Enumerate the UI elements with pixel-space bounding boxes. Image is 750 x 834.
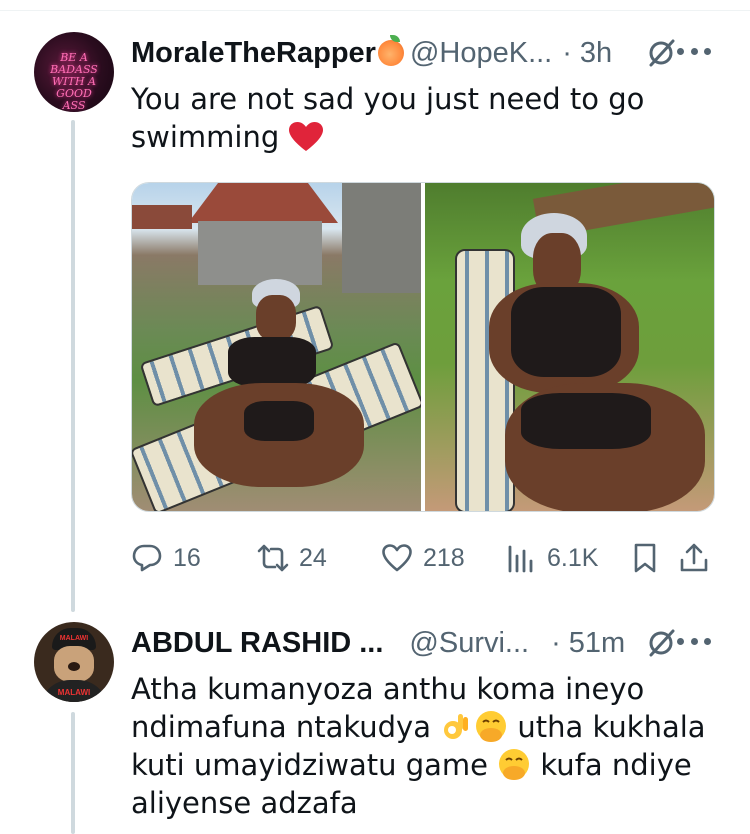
- media-photo-2[interactable]: [425, 183, 714, 511]
- reply-icon: [132, 544, 162, 572]
- avatar-nose: [68, 662, 80, 671]
- grok-icon[interactable]: [646, 38, 676, 68]
- tweet-actions: 16 24 218 6.1K: [131, 536, 715, 580]
- reply-author-avatar[interactable]: MALAWI MALAWI: [34, 622, 114, 702]
- views-count: 6.1K: [547, 543, 599, 572]
- like-count: 218: [423, 543, 465, 572]
- reply-text: Atha kumanyoza anthu koma ineyo ndimafun…: [131, 670, 711, 822]
- reply-count: 16: [173, 543, 201, 572]
- tweet-header: MoraleTheRapper @HopeK... · 3h: [131, 35, 612, 70]
- top-divider: [0, 10, 750, 11]
- face-with-hand-over-mouth-emoji-icon: [476, 711, 507, 742]
- media-photo-1[interactable]: [132, 183, 421, 511]
- like-button[interactable]: 218: [381, 536, 465, 580]
- ok-hand-emoji-icon: [444, 714, 469, 739]
- analytics-icon: [508, 545, 533, 573]
- tweet-text-content: You are not sad you just need to go swim…: [131, 82, 645, 154]
- reply-more-options-icon[interactable]: [677, 638, 711, 648]
- author-display-name[interactable]: MoraleTheRapper: [131, 37, 376, 70]
- retweet-count: 24: [299, 543, 327, 572]
- separator-dot: ·: [562, 36, 572, 69]
- reply-handle[interactable]: @Survi...: [409, 627, 529, 660]
- more-options-icon[interactable]: [677, 48, 711, 58]
- bookmark-button[interactable]: [629, 536, 661, 580]
- author-avatar[interactable]: BE A BADASS WITH A GOOD ASS: [34, 32, 114, 112]
- retweet-icon: [257, 544, 289, 572]
- thread-line: [71, 120, 75, 612]
- author-handle[interactable]: @HopeK...: [410, 37, 552, 70]
- share-icon: [680, 543, 708, 572]
- reply-separator-dot: ·: [551, 626, 561, 659]
- heart-icon: [382, 544, 412, 572]
- reply-button[interactable]: 16: [131, 536, 201, 580]
- face-with-hand-over-mouth-emoji-icon: [499, 749, 530, 780]
- reply-header: ABDUL RASHID ... @Survi... · 51m: [131, 626, 625, 660]
- reply-thread-line: [71, 712, 75, 834]
- reply-grok-icon[interactable]: [646, 628, 676, 658]
- reply-display-name[interactable]: ABDUL RASHID ...: [131, 627, 383, 660]
- avatar-neon-text: BE A BADASS WITH A GOOD ASS: [50, 51, 98, 112]
- retweet-button[interactable]: 24: [257, 536, 327, 580]
- reply-timestamp[interactable]: 51m: [569, 627, 625, 660]
- red-heart-emoji-icon: [289, 122, 324, 151]
- views-button[interactable]: 6.1K: [505, 536, 598, 580]
- avatar-shirt: MALAWI: [40, 680, 108, 702]
- tweet-text: You are not sad you just need to go swim…: [131, 80, 711, 156]
- share-button[interactable]: [678, 536, 710, 580]
- tweet-timestamp[interactable]: 3h: [580, 37, 612, 70]
- bookmark-icon: [634, 543, 656, 573]
- tweet-media[interactable]: [131, 182, 715, 512]
- peach-emoji-icon: [377, 35, 404, 66]
